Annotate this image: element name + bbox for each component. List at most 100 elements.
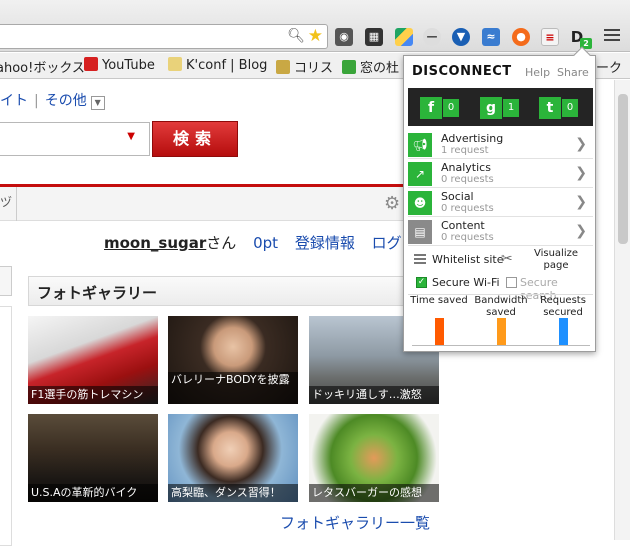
social-tracker-bar: f 0 g 1 t 0: [408, 88, 593, 126]
scrollbar-thumb[interactable]: [618, 94, 628, 244]
nav-link-other[interactable]: その他: [45, 93, 87, 109]
photo-caption: 高梨臨、ダンス習得！: [168, 484, 298, 502]
google-icon: g: [480, 97, 502, 119]
whitelist-site-button[interactable]: Whitelist site: [432, 253, 504, 266]
coliss-icon: [276, 60, 290, 74]
time-saved-label: Time saved: [410, 295, 468, 306]
top-navigation: イト | その他 ▼: [0, 90, 105, 110]
photo-takanashi[interactable]: 高梨臨、ダンス習得！: [168, 414, 298, 502]
bookmark-other[interactable]: ーク: [596, 57, 622, 76]
whitelist-row: Whitelist site ✂ Visualize page: [408, 248, 593, 274]
category-name: Social: [441, 190, 474, 203]
youtube-icon: [84, 57, 98, 71]
content-icon[interactable]: ▤: [408, 220, 432, 244]
google-toggle[interactable]: g 1: [480, 97, 520, 119]
account-info-link[interactable]: 登録情報: [295, 234, 355, 252]
address-bar[interactable]: 🔍︎ ★: [0, 24, 328, 49]
photo-caption: F1選手の筋トレマシン: [28, 386, 158, 404]
search-dropdown-icon[interactable]: ▼: [127, 131, 135, 142]
category-requests: 0 requests: [441, 232, 494, 243]
gallery-header: フォトギャラリー: [28, 276, 442, 306]
photo-caption: ドッキリ通しす…激怒: [309, 386, 439, 404]
points-link[interactable]: 0pt: [253, 234, 278, 252]
bookmark-label: ーク: [596, 61, 623, 76]
requests-secured-label: Requests secured: [540, 295, 586, 318]
chevron-right-icon[interactable]: ❯: [575, 136, 587, 152]
username-link[interactable]: moon_sugar: [104, 234, 206, 252]
photo-ballerina[interactable]: バレリーナBODYを披露: [168, 316, 298, 404]
category-name: Content: [441, 219, 485, 232]
requests-secured-bar: [559, 318, 568, 345]
category-requests: 0 requests: [441, 203, 494, 214]
secure-wifi-label: Secure Wi-Fi: [432, 276, 500, 289]
facebook-icon: f: [420, 97, 442, 119]
nav-link-site[interactable]: イト: [0, 93, 28, 109]
savings-metrics: Time saved Bandwidth saved Requests secu…: [408, 294, 593, 350]
calculator-extension-icon[interactable]: ▦: [365, 28, 383, 46]
nav-separator: |: [34, 93, 39, 109]
category-requests: 0 requests: [441, 174, 494, 185]
user-status-line: moon_sugarさん 0pt 登録情報 ログア: [104, 232, 417, 253]
sub-navigation-bar: ヅ ⚙: [0, 187, 456, 221]
bookmark-madonomori[interactable]: 窓の杜: [342, 57, 399, 76]
bookmark-label: 窓の杜: [360, 61, 400, 76]
facebook-toggle[interactable]: f 0: [420, 97, 460, 119]
fire-extension-icon[interactable]: ●: [512, 28, 530, 46]
secure-search-checkbox[interactable]: [506, 277, 517, 288]
note-extension-icon[interactable]: ≡: [541, 28, 559, 46]
facebook-count: 0: [443, 99, 459, 117]
bookmark-label: コリス: [294, 61, 334, 76]
twitter-toggle[interactable]: t 0: [539, 97, 579, 119]
category-content[interactable]: ▤ Content 0 requests ❯: [408, 217, 593, 246]
photo-caption: バレリーナBODYを披露: [168, 372, 298, 404]
gauge-baseline: [412, 345, 590, 346]
secure-wifi-checkbox[interactable]: ✓: [416, 277, 427, 288]
photo-caption: U.S.Aの革新的バイク: [28, 484, 158, 502]
divider: [16, 187, 17, 221]
page-scrollbar[interactable]: [614, 80, 630, 540]
chevron-right-icon[interactable]: ❯: [575, 223, 587, 239]
bookmark-youtube[interactable]: YouTube: [84, 57, 155, 73]
search-button[interactable]: 検索: [152, 121, 238, 157]
bookmark-coliss[interactable]: コリス: [276, 57, 333, 76]
drive-extension-icon[interactable]: [395, 28, 413, 46]
bookmark-yahoo-box[interactable]: ahoo!ボックス: [0, 57, 85, 76]
secure-options-row: ✓ Secure Wi-Fi Secure search: [408, 275, 593, 302]
bookmark-kconf[interactable]: K'conf | Blog: [168, 57, 267, 73]
hamburger-menu-icon[interactable]: [602, 26, 622, 46]
search-input[interactable]: ▼: [0, 122, 150, 156]
photo-f1-machine[interactable]: F1選手の筋トレマシン: [28, 316, 158, 404]
category-analytics[interactable]: ↗ Analytics 0 requests ❯: [408, 159, 593, 188]
category-social[interactable]: ☻ Social 0 requests ❯: [408, 188, 593, 217]
waves-extension-icon[interactable]: ≈: [482, 28, 500, 46]
bookmark-star-icon[interactable]: ★: [308, 26, 323, 46]
bookmark-label: YouTube: [102, 58, 155, 73]
chevron-down-icon[interactable]: ▼: [90, 96, 105, 110]
gallery-list-link[interactable]: フォトギャラリー一覧: [280, 512, 430, 533]
camera-extension-icon[interactable]: ◉: [335, 28, 353, 46]
chart-icon[interactable]: ↗: [408, 162, 432, 186]
minus-extension-icon[interactable]: —: [423, 28, 441, 46]
tab-edge-icon[interactable]: ヅ: [0, 193, 12, 210]
list-icon: [414, 254, 426, 264]
graph-icon[interactable]: ✂: [501, 251, 513, 267]
shield-extension-icon[interactable]: ▼: [452, 28, 470, 46]
help-link[interactable]: Help: [525, 66, 550, 79]
share-link[interactable]: Share: [557, 66, 589, 79]
megaphone-icon[interactable]: 📢︎: [408, 133, 432, 157]
photo-lettuce-burger[interactable]: レタスバーガーの感想: [309, 414, 439, 502]
photo-usa-bike[interactable]: U.S.Aの革新的バイク: [28, 414, 158, 502]
visualize-page-button[interactable]: Visualize page: [526, 248, 586, 272]
chevron-right-icon[interactable]: ❯: [575, 165, 587, 181]
category-requests: 1 request: [441, 145, 489, 156]
category-advertising[interactable]: 📢︎ Advertising 1 request ❯: [408, 130, 593, 159]
category-name: Analytics: [441, 161, 491, 174]
people-icon[interactable]: ☻: [408, 191, 432, 215]
search-engine-icon[interactable]: 🔍︎: [287, 28, 305, 44]
bookmark-icon: [168, 57, 182, 71]
gear-icon[interactable]: ⚙: [384, 193, 400, 214]
google-count: 1: [503, 99, 519, 117]
chevron-right-icon[interactable]: ❯: [575, 194, 587, 210]
bandwidth-saved-bar: [497, 318, 506, 345]
disconnect-extension-icon[interactable]: D 2: [568, 28, 592, 49]
